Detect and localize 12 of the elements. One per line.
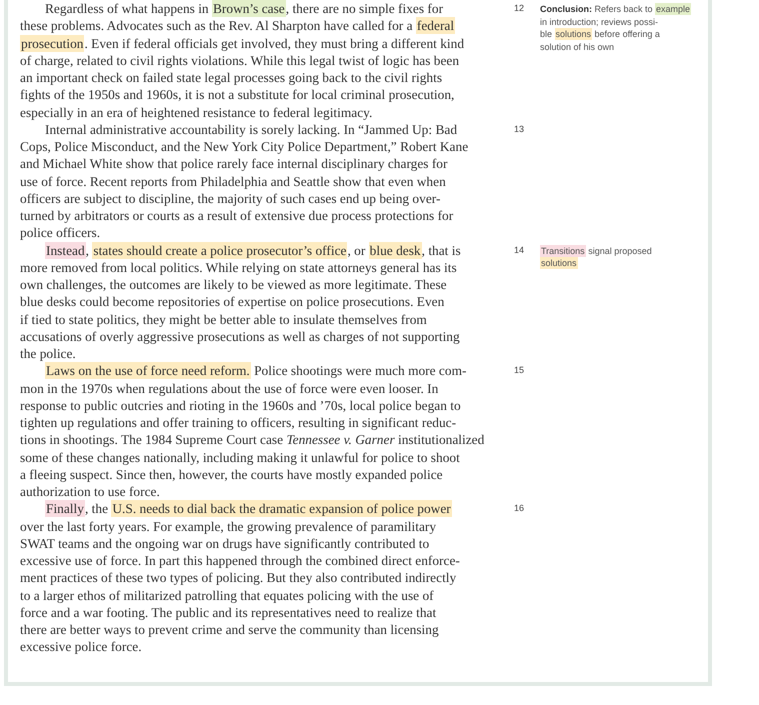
body-paragraph: Instead, states should create a police prosecutor’s office, or blue desk, that is more removed from local politics. While relying on state attorneys general has its own challenges, the outcomes are likely to be viewed as more legitimate. These blue desks could become repositories of expertise on police prosecutions. Even if tied to state politics, they might be better able to insulate themselves from accusations of overly aggressive prosecutions as well as charges of not supporting the police. — [20, 242, 462, 362]
margin-note: Conclusion: Refers back to example in introduction; reviews possi- ble solutions before offering a solution of his own — [540, 3, 692, 53]
paragraph-number: 13 — [513, 122, 526, 136]
body-paragraph: Regardless of what happens in Brown’s case, there are no simple fixes for these problems. Advocates such as the Rev. Al Sharpton have called for a federal prosecution. Even if federal officials get involved, they must bring a different kind of charge, related to civil rights violations. While this legal twist of logic has been an important check on failed state legal processes going back to the civil rights fights of the 1950s and 1960s, it is not a substitute for local criminal prosecution, especially in an era of heightened resistance to federal legitimacy. — [20, 0, 466, 121]
body-paragraph: Finally, the U.S. needs to dial back the dramatic expansion of police power over the last forty years. For example, the growing prevalence of paramilitary SWAT teams and the ongoing war on drugs have significantly contributed to excessive use of force. In part this happened through the combined direct enforce- ment practices of these two types of policing. But they also contributed indirectly to a larger ethos of militarized patrolling that equates policing with the use of force and a war footing. The public and its representatives need to realize that there are better ways to prevent crime and serve the community than licensing excessive police force. — [20, 500, 461, 656]
paragraph-number: 15 — [513, 364, 526, 378]
body-paragraph: Internal administrative accountability is sorely lacking. In “Jammed Up: Bad Cops, Police Misconduct, and the New York City Police Department,” Robert Kane and Michael White show that police rarely face internal disciplinary charges for use of force. Recent reports from Philadelphia and Seattle show that even when officers are subject to discipline, the majority of such cases end up being over- turned by arbitrators or courts as a result of extensive due process protections for police officers. — [20, 120, 470, 242]
paragraph-number: 14 — [513, 244, 526, 256]
paragraph-number: 12 — [513, 2, 526, 15]
margin-note: Transitions signal proposed solutions — [540, 244, 653, 270]
paragraph-number: 16 — [513, 502, 526, 516]
body-paragraph: Laws on the use of force need reform. Police shootings were much more com- mon in the 1970s when regulations about the use of force were even looser. In response to public outcries and rioting in the 1960s and ’70s, local police began to tighten up regulations and offer training to officers, resulting in significant reduc- tions in shootings. The 1984 Supreme Court case Tennessee v. Garner institutionalized some of these changes nationally, including making it unlawful for police to shoot a fleeing suspect. Since then, however, the courts have mostly expanded police authorization to use force. — [20, 362, 486, 500]
